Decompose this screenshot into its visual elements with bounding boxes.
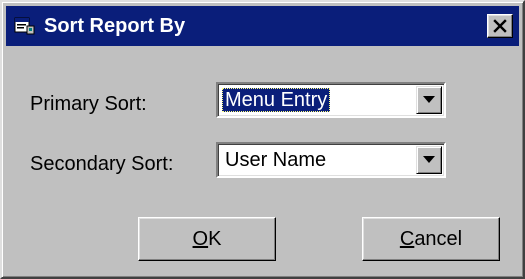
primary-sort-value[interactable]: Menu Entry xyxy=(222,88,331,112)
chevron-down-icon xyxy=(423,156,435,163)
ok-button-label: K xyxy=(208,228,222,250)
dialog-title: Sort Report By xyxy=(44,15,186,37)
primary-sort-dropdown-button[interactable] xyxy=(416,86,442,114)
primary-sort-select[interactable]: Menu Entry xyxy=(216,82,446,118)
chevron-down-icon xyxy=(423,96,435,103)
cancel-button[interactable]: Cancel xyxy=(362,217,500,261)
primary-sort-label: Primary Sort: xyxy=(30,93,147,115)
ok-button[interactable]: OK xyxy=(138,217,276,261)
report-window-icon xyxy=(14,16,36,36)
cancel-button-label: ancel xyxy=(414,228,463,250)
close-button[interactable] xyxy=(487,14,513,38)
secondary-sort-value[interactable]: User Name xyxy=(222,148,329,172)
close-icon xyxy=(493,19,507,33)
cancel-button-mnemonic: C xyxy=(399,228,415,250)
secondary-sort-select[interactable]: User Name xyxy=(216,142,446,178)
secondary-sort-dropdown-button[interactable] xyxy=(416,146,442,174)
ok-button-mnemonic: O xyxy=(192,228,209,250)
title-bar[interactable]: Sort Report By xyxy=(6,6,519,46)
secondary-sort-label: Secondary Sort: xyxy=(30,153,174,175)
sort-report-dialog: Sort Report By Primary Sort: Menu Entry … xyxy=(0,0,525,279)
